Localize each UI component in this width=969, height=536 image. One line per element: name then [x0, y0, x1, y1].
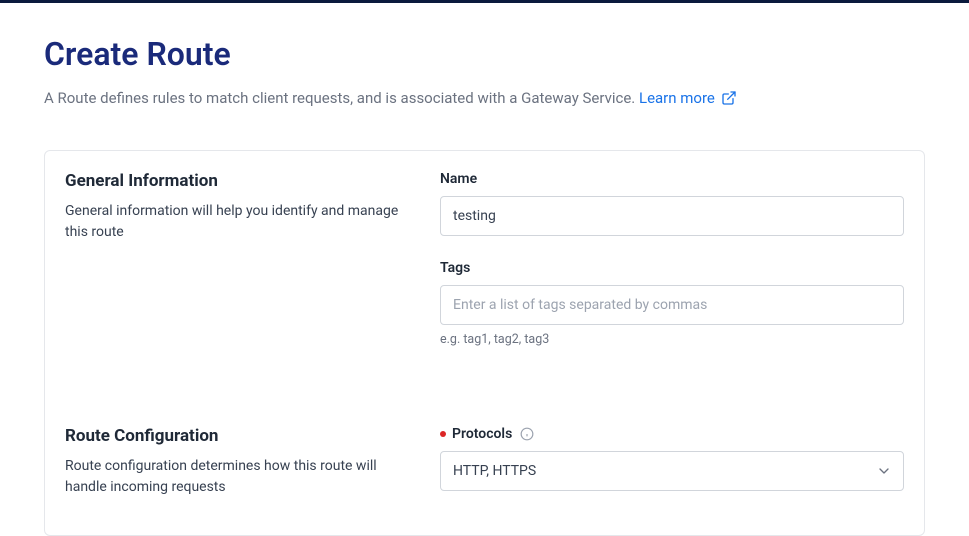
info-icon[interactable]	[520, 427, 534, 441]
page-container: Create Route A Route defines rules to ma…	[0, 3, 969, 536]
tags-label: Tags	[440, 260, 904, 276]
protocols-select-value: HTTP, HTTPS	[440, 451, 904, 491]
config-section-fields: Protocols HTTP, HTTPS	[440, 426, 904, 515]
external-link-icon	[721, 90, 737, 106]
form-card: General Information General information …	[44, 150, 925, 536]
name-input[interactable]	[440, 196, 904, 236]
config-section: Route Configuration Route configuration …	[65, 426, 904, 515]
general-section: General Information General information …	[65, 171, 904, 371]
protocols-field-group: Protocols HTTP, HTTPS	[440, 426, 904, 491]
protocols-select[interactable]: HTTP, HTTPS	[440, 451, 904, 491]
tags-field-group: Tags e.g. tag1, tag2, tag3	[440, 260, 904, 347]
section-gap	[65, 371, 904, 426]
page-subtitle: A Route defines rules to match client re…	[44, 89, 639, 107]
general-section-desc: General information will help you identi…	[65, 201, 410, 243]
tags-helper: e.g. tag1, tag2, tag3	[440, 332, 904, 347]
learn-more-label: Learn more	[639, 87, 715, 110]
page-title: Create Route	[44, 35, 925, 73]
name-label: Name	[440, 171, 904, 187]
protocols-label: Protocols	[452, 426, 512, 442]
required-indicator-icon	[440, 431, 446, 437]
page-subtitle-row: A Route defines rules to match client re…	[44, 87, 925, 110]
config-section-info: Route Configuration Route configuration …	[65, 426, 410, 515]
name-field-group: Name	[440, 171, 904, 236]
protocols-label-row: Protocols	[440, 426, 904, 442]
config-section-desc: Route configuration determines how this …	[65, 456, 410, 498]
learn-more-link[interactable]: Learn more	[639, 87, 737, 110]
general-section-title: General Information	[65, 171, 410, 191]
tags-input[interactable]	[440, 285, 904, 325]
general-section-info: General Information General information …	[65, 171, 410, 371]
config-section-title: Route Configuration	[65, 426, 410, 446]
general-section-fields: Name Tags e.g. tag1, tag2, tag3	[440, 171, 904, 371]
